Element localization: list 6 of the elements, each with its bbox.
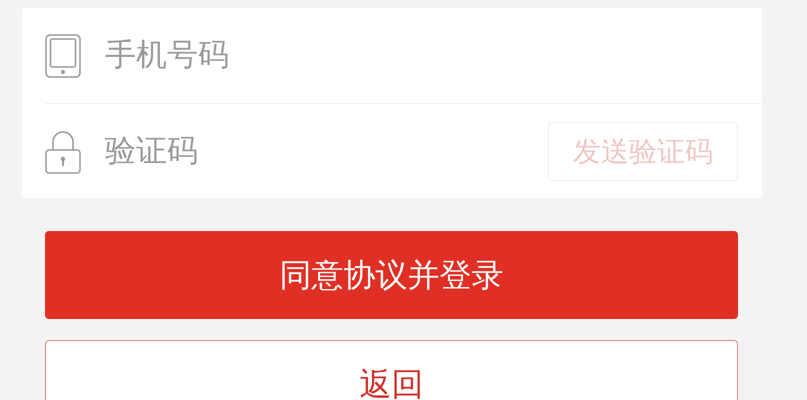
phone-icon: [45, 34, 81, 78]
verification-code-field[interactable]: 验证码: [103, 127, 548, 176]
lock-icon: [45, 130, 81, 174]
phone-number-field[interactable]: 手机号码: [103, 31, 762, 80]
back-button[interactable]: 返回: [45, 340, 738, 400]
login-button[interactable]: 同意协议并登录: [45, 231, 738, 319]
